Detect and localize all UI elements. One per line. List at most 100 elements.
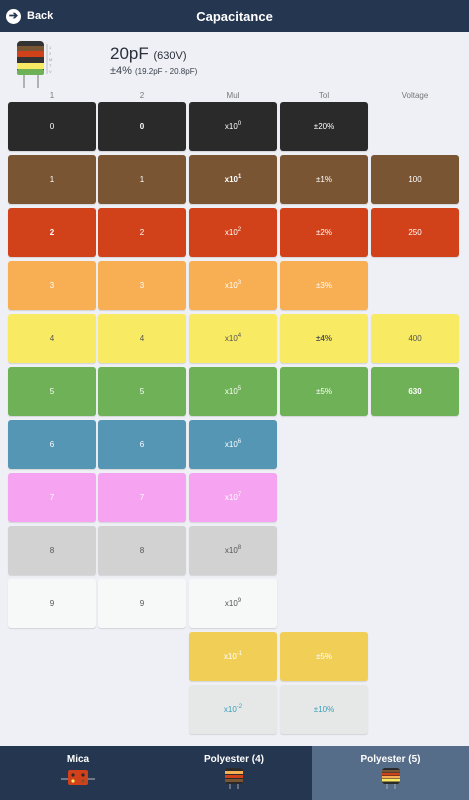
cell-label: ±1% bbox=[316, 175, 332, 184]
tab-polyester-4-label: Polyester (4) bbox=[203, 754, 265, 765]
voltage-400[interactable]: 400 bbox=[371, 314, 459, 363]
multiplier-4[interactable]: x10 4 bbox=[189, 314, 277, 363]
multiplier-9[interactable]: x10 9 bbox=[189, 579, 277, 628]
mica-capacitor-icon bbox=[61, 770, 95, 785]
multiplier-8[interactable]: x10 8 bbox=[189, 526, 277, 575]
tolerance-2[interactable]: ±2% bbox=[280, 208, 368, 257]
tab-polyester-4[interactable]: Polyester (4) bbox=[156, 746, 312, 800]
tolerance-percent: ±4% bbox=[110, 65, 132, 77]
multiplier-exponent: 3 bbox=[237, 279, 242, 286]
multiplier-2[interactable]: x10 2 bbox=[189, 208, 277, 257]
cell-label: ±5% bbox=[316, 387, 332, 396]
band-1-digit-2[interactable]: 2 bbox=[8, 208, 96, 257]
multiplier-5[interactable]: x10 5 bbox=[189, 367, 277, 416]
voltage-630[interactable]: 630 bbox=[371, 367, 459, 416]
cell-label: 4 bbox=[139, 334, 145, 343]
polyester-4-band-icon bbox=[225, 768, 243, 789]
band-1-digit-9[interactable]: 9 bbox=[8, 579, 96, 628]
band-2-digit-7[interactable]: 7 bbox=[98, 473, 186, 522]
multiplier-base: x10 bbox=[224, 440, 238, 449]
multiplier-base: x10 bbox=[224, 122, 238, 131]
tolerance-extra-0[interactable]: ±5% bbox=[280, 632, 368, 681]
band-1-digit-1[interactable]: 1 bbox=[8, 155, 96, 204]
band-1-digit-0[interactable]: 0 bbox=[8, 102, 96, 151]
tab-polyester-5[interactable]: Polyester (5) bbox=[312, 746, 469, 800]
tab-mica[interactable]: Mica bbox=[0, 746, 156, 800]
cell-label: 8 bbox=[49, 546, 55, 555]
band-2-digit-1[interactable]: 1 bbox=[98, 155, 186, 204]
voltage-250[interactable]: 250 bbox=[371, 208, 459, 257]
cell-label: 9 bbox=[49, 599, 55, 608]
band-2-digit-9[interactable]: 9 bbox=[98, 579, 186, 628]
band-1-digit-7[interactable]: 7 bbox=[8, 473, 96, 522]
cell-label: ±4% bbox=[316, 334, 332, 343]
capacitance-range: (19.2pF - 20.8pF) bbox=[135, 67, 198, 76]
cell-label: ±20% bbox=[313, 122, 335, 131]
cell-label: ±3% bbox=[316, 281, 332, 290]
band-1-digit-6[interactable]: 6 bbox=[8, 420, 96, 469]
multiplier-3[interactable]: x10 3 bbox=[189, 261, 277, 310]
cell-label: 7 bbox=[139, 493, 145, 502]
band-2-digit-5[interactable]: 5 bbox=[98, 367, 186, 416]
column-header-1: 1 bbox=[49, 91, 55, 100]
tolerance-1[interactable]: ±1% bbox=[280, 155, 368, 204]
multiplier-base: x10 bbox=[224, 228, 238, 237]
cell-label: 4 bbox=[49, 334, 55, 343]
band-1-digit-3[interactable]: 3 bbox=[8, 261, 96, 310]
multiplier--1[interactable]: x10 -1 bbox=[189, 632, 277, 681]
cell-label: 1 bbox=[49, 175, 55, 184]
svg-text:2: 2 bbox=[49, 51, 52, 56]
multiplier-base: x10 bbox=[224, 387, 238, 396]
multiplier-exponent: 6 bbox=[237, 438, 242, 445]
cell-label: 100 bbox=[408, 175, 422, 184]
cell-label: 1 bbox=[139, 175, 145, 184]
page-title: Capacitance bbox=[196, 9, 273, 24]
band-2-digit-0[interactable]: 0 bbox=[98, 102, 186, 151]
multiplier-7[interactable]: x10 7 bbox=[189, 473, 277, 522]
multiplier-base: x10 bbox=[224, 493, 238, 502]
tolerance-extra-1[interactable]: ±10% bbox=[280, 685, 368, 734]
multiplier--2[interactable]: x10 -2 bbox=[189, 685, 277, 734]
cell-label: 7 bbox=[49, 493, 55, 502]
band-2-digit-3[interactable]: 3 bbox=[98, 261, 186, 310]
tolerance-5[interactable]: ±5% bbox=[280, 367, 368, 416]
tolerance-3[interactable]: ±3% bbox=[280, 261, 368, 310]
column-header-tol: Tol bbox=[318, 91, 330, 100]
band-1-digit-4[interactable]: 4 bbox=[8, 314, 96, 363]
cell-label: 630 bbox=[408, 387, 422, 396]
svg-text:1: 1 bbox=[49, 45, 52, 50]
multiplier-exponent: 9 bbox=[237, 597, 242, 604]
multiplier-base: x10 bbox=[224, 546, 238, 555]
svg-text:V: V bbox=[49, 69, 52, 74]
multiplier-base: x10 bbox=[223, 705, 237, 714]
top-bar: ➔ Back Capacitance bbox=[0, 0, 469, 32]
cell-label: 0 bbox=[139, 122, 145, 131]
capacitance-main: 20pF bbox=[110, 44, 149, 63]
capacitance-value: 20pF (630V) bbox=[110, 44, 187, 64]
column-header-voltage: Voltage bbox=[401, 91, 429, 100]
tolerance-value: ±4% (19.2pF - 20.8pF) bbox=[110, 65, 197, 77]
cell-label: 0 bbox=[49, 122, 55, 131]
multiplier-exponent: -1 bbox=[236, 650, 243, 657]
tolerance-4[interactable]: ±4% bbox=[280, 314, 368, 363]
multiplier-6[interactable]: x10 6 bbox=[189, 420, 277, 469]
multiplier-0[interactable]: x10 0 bbox=[189, 102, 277, 151]
cell-label: ±10% bbox=[313, 705, 335, 714]
multiplier-1[interactable]: x10 1 bbox=[189, 155, 277, 204]
band-1-digit-8[interactable]: 8 bbox=[8, 526, 96, 575]
multiplier-exponent: 7 bbox=[237, 491, 242, 498]
capacitor-preview-icon: 1 2 M T V bbox=[17, 41, 52, 88]
band-1-digit-5[interactable]: 5 bbox=[8, 367, 96, 416]
cell-label: 2 bbox=[139, 228, 145, 237]
band-2-digit-4[interactable]: 4 bbox=[98, 314, 186, 363]
multiplier-exponent: 5 bbox=[237, 385, 242, 392]
tolerance-0[interactable]: ±20% bbox=[280, 102, 368, 151]
voltage-100[interactable]: 100 bbox=[371, 155, 459, 204]
band-2-digit-8[interactable]: 8 bbox=[98, 526, 186, 575]
cell-label: 5 bbox=[49, 387, 55, 396]
tab-polyester-5-label: Polyester (5) bbox=[360, 754, 421, 765]
cell-label: 9 bbox=[139, 599, 145, 608]
band-2-digit-6[interactable]: 6 bbox=[98, 420, 186, 469]
multiplier-base: x10 bbox=[224, 334, 238, 343]
band-2-digit-2[interactable]: 2 bbox=[98, 208, 186, 257]
